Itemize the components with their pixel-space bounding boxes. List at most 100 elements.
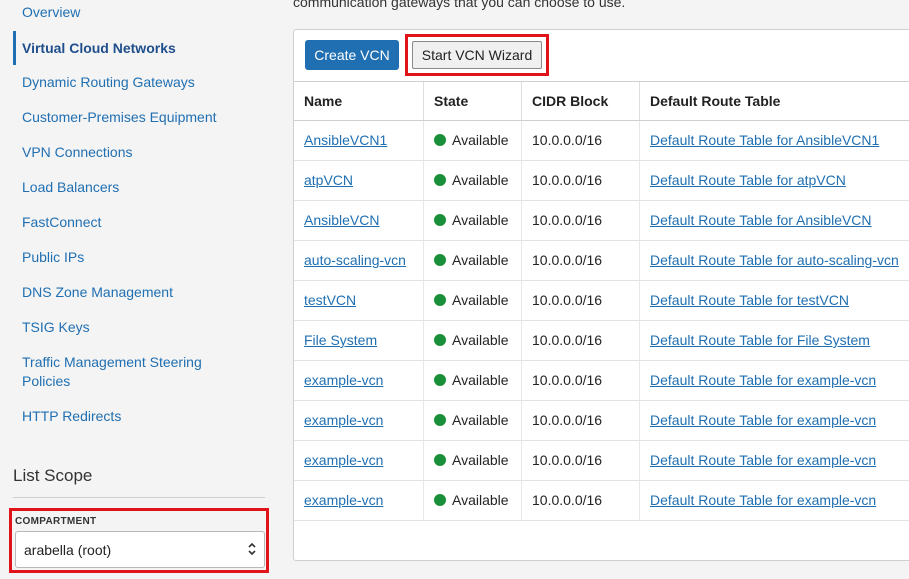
column-header-route-table[interactable]: Default Route Table [640,82,909,120]
sidebar-item-traffic-management[interactable]: Traffic Management Steering Policies [22,353,212,391]
route-table-link[interactable]: Default Route Table for example-vcn [650,452,876,468]
table-row: example-vcn Available 10.0.0.0/16 Default R… [294,401,909,441]
vcn-name-link[interactable]: example-vcn [304,412,383,428]
state-label: Available [452,412,509,428]
status-dot-icon [434,134,446,146]
state-cell: Available [424,401,522,440]
state-label: Available [452,292,509,308]
table-row: atpVCN Available 10.0.0.0/16 Default Route … [294,161,909,201]
vcn-name-cell: atpVCN [294,161,424,200]
sidebar-item-fastconnect[interactable]: FastConnect [22,213,222,232]
vcn-name-link[interactable]: example-vcn [304,452,383,468]
vcn-name-cell: auto-scaling-vcn [294,241,424,280]
vcn-name-cell: AnsibleVCN [294,201,424,240]
vcn-name-cell: example-vcn [294,401,424,440]
table-row: AnsibleVCN1 Available 10.0.0.0/16 Default R… [294,121,909,161]
create-vcn-button[interactable]: Create VCN [305,40,399,70]
status-dot-icon [434,334,446,346]
sidebar-item-vpn-connections[interactable]: VPN Connections [22,143,222,162]
compartment-value: arabella (root) [24,542,112,558]
vcn-name-cell: example-vcn [294,441,424,480]
cidr-cell: 10.0.0.0/16 [522,161,640,200]
route-table-link[interactable]: Default Route Table for example-vcn [650,412,876,428]
cidr-cell: 10.0.0.0/16 [522,481,640,520]
cidr-cell: 10.0.0.0/16 [522,361,640,400]
route-table-cell: Default Route Table for example-vcn [640,401,909,440]
sidebar-item-dns-zone-management[interactable]: DNS Zone Management [22,283,222,302]
route-table-cell: Default Route Table for AnsibleVCN [640,201,909,240]
sidebar-item-public-ips[interactable]: Public IPs [22,248,222,267]
status-dot-icon [434,454,446,466]
route-table-link[interactable]: Default Route Table for auto-scaling-vcn [650,252,899,268]
column-header-state[interactable]: State [424,82,522,120]
route-table-cell: Default Route Table for example-vcn [640,361,909,400]
vcn-name-link[interactable]: AnsibleVCN [304,212,379,228]
status-dot-icon [434,214,446,226]
vcn-name-cell: testVCN [294,281,424,320]
sidebar-item-customer-premises-equipment[interactable]: Customer-Premises Equipment [22,108,222,127]
vcn-name-cell: example-vcn [294,481,424,520]
cidr-cell: 10.0.0.0/16 [522,321,640,360]
route-table-link[interactable]: Default Route Table for example-vcn [650,492,876,508]
vcn-name-link[interactable]: atpVCN [304,172,353,188]
status-dot-icon [434,294,446,306]
active-nav-indicator [13,31,16,65]
route-table-link[interactable]: Default Route Table for atpVCN [650,172,846,188]
route-table-link[interactable]: Default Route Table for testVCN [650,292,849,308]
compartment-select[interactable]: arabella (root) [15,531,265,568]
table-header: Name State CIDR Block Default Route Tabl… [294,81,909,121]
column-header-cidr[interactable]: CIDR Block [522,82,640,120]
cidr-cell: 10.0.0.0/16 [522,401,640,440]
route-table-link[interactable]: Default Route Table for AnsibleVCN1 [650,132,879,148]
sidebar-item-dynamic-routing-gateways[interactable]: Dynamic Routing Gateways [22,73,222,92]
sidebar: Overview Virtual Cloud Networks Dynamic … [0,0,270,579]
route-table-cell: Default Route Table for example-vcn [640,481,909,520]
route-table-link[interactable]: Default Route Table for File System [650,332,870,348]
state-label: Available [452,132,509,148]
route-table-cell: Default Route Table for example-vcn [640,441,909,480]
route-table-link[interactable]: Default Route Table for AnsibleVCN [650,212,872,228]
cidr-cell: 10.0.0.0/16 [522,281,640,320]
cidr-cell: 10.0.0.0/16 [522,201,640,240]
status-dot-icon [434,174,446,186]
route-table-cell: Default Route Table for AnsibleVCN1 [640,121,909,160]
table-row: example-vcn Available 10.0.0.0/16 Default R… [294,361,909,401]
table-row: example-vcn Available 10.0.0.0/16 Default R… [294,441,909,481]
vcn-name-link[interactable]: example-vcn [304,372,383,388]
vcn-name-link[interactable]: auto-scaling-vcn [304,252,406,268]
vcn-name-cell: AnsibleVCN1 [294,121,424,160]
state-label: Available [452,452,509,468]
state-cell: Available [424,361,522,400]
chevron-up-down-icon [247,539,257,562]
sidebar-item-overview[interactable]: Overview [22,3,222,22]
state-cell: Available [424,121,522,160]
table-row: File System Available 10.0.0.0/16 Default R… [294,321,909,361]
vcn-name-link[interactable]: testVCN [304,292,356,308]
sidebar-item-virtual-cloud-networks[interactable]: Virtual Cloud Networks [22,39,222,58]
cidr-cell: 10.0.0.0/16 [522,241,640,280]
table-row: auto-scaling-vcn Available 10.0.0.0/16 Defa… [294,241,909,281]
intro-text: communication gateways that you can choo… [293,0,626,10]
vcn-name-cell: example-vcn [294,361,424,400]
state-cell: Available [424,441,522,480]
vcn-name-link[interactable]: AnsibleVCN1 [304,132,387,148]
list-scope-heading: List Scope [13,466,93,485]
sidebar-item-tsig-keys[interactable]: TSIG Keys [22,318,222,337]
column-header-name[interactable]: Name [294,82,424,120]
start-vcn-wizard-button[interactable]: Start VCN Wizard [412,41,542,69]
state-label: Available [452,212,509,228]
sidebar-item-load-balancers[interactable]: Load Balancers [22,178,222,197]
route-table-cell: Default Route Table for File System [640,321,909,360]
vcn-name-cell: File System [294,321,424,360]
status-dot-icon [434,254,446,266]
divider [13,497,265,498]
wizard-highlight: Start VCN Wizard [405,34,549,76]
vcn-name-link[interactable]: File System [304,332,377,348]
sidebar-item-http-redirects[interactable]: HTTP Redirects [22,407,222,426]
route-table-link[interactable]: Default Route Table for example-vcn [650,372,876,388]
vcn-list-panel: Create VCN Start VCN Wizard Name State C… [293,29,909,561]
vcn-name-link[interactable]: example-vcn [304,492,383,508]
table-row: testVCN Available 10.0.0.0/16 Default Route… [294,281,909,321]
status-dot-icon [434,414,446,426]
state-cell: Available [424,481,522,520]
